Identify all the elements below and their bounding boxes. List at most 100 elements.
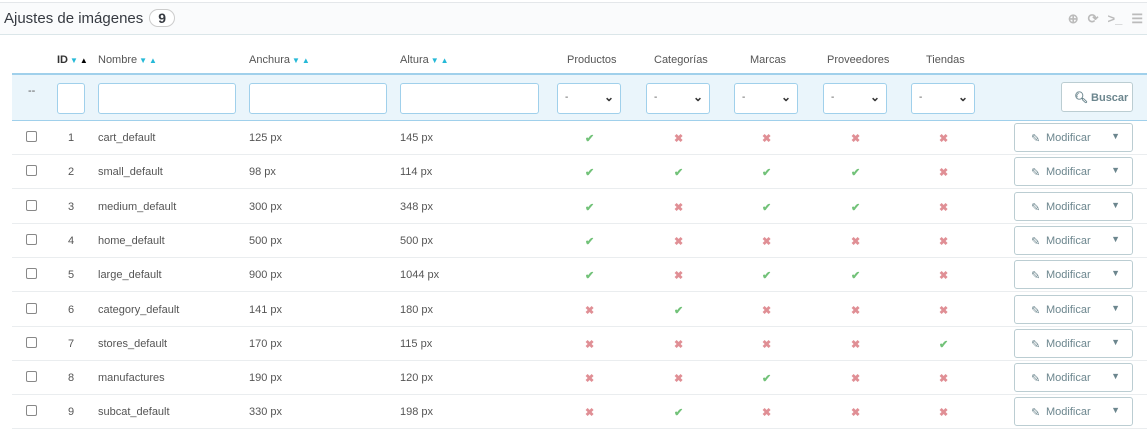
cell-width: 300 px: [249, 200, 283, 213]
check-icon: ✔: [674, 167, 684, 180]
cross-icon: ✖: [762, 235, 772, 248]
sort-desc-icon[interactable]: ▼: [139, 56, 147, 65]
check-icon: ✔: [762, 270, 772, 283]
cross-icon: ✖: [851, 338, 861, 351]
edit-button[interactable]: ✎ Modificar ▼: [1014, 397, 1133, 427]
row-checkbox[interactable]: [26, 405, 37, 417]
row-checkbox[interactable]: [26, 199, 37, 211]
caret-down-icon[interactable]: ▼: [1111, 268, 1120, 278]
cell-width: 330 px: [249, 406, 283, 419]
database-icon[interactable]: ☰: [1131, 11, 1143, 27]
cross-icon: ✖: [939, 407, 949, 420]
cell-id: 1: [68, 132, 75, 144]
sort-desc-icon[interactable]: ▼: [70, 56, 78, 65]
cell-name: manufactures: [98, 372, 165, 385]
caret-down-icon[interactable]: ▼: [1111, 371, 1120, 381]
sort-asc-icon[interactable]: ▲: [149, 56, 157, 65]
chevron-down-icon: ⌄: [603, 90, 614, 104]
row-checkbox[interactable]: [26, 371, 37, 383]
cell-name: small_default: [98, 166, 163, 179]
refresh-icon[interactable]: ⟳: [1088, 11, 1099, 27]
cell-height: 115 px: [400, 337, 433, 350]
edit-button[interactable]: ✎ Modificar ▼: [1014, 260, 1133, 290]
check-icon: ✔: [585, 270, 595, 283]
sort-asc-icon[interactable]: ▲: [441, 56, 449, 65]
cross-icon: ✖: [851, 304, 861, 317]
add-icon[interactable]: ⊕: [1068, 11, 1079, 27]
filter-suppliers-select[interactable]: - ⌄: [823, 83, 887, 114]
caret-down-icon[interactable]: ▼: [1111, 405, 1120, 415]
cell-width: 190 px: [249, 372, 283, 385]
edit-button[interactable]: ✎ Modificar ▼: [1014, 363, 1133, 393]
cell-id: 7: [68, 337, 75, 350]
row-checkbox[interactable]: [26, 336, 37, 348]
filter-id-input[interactable]: [57, 83, 85, 114]
edit-button[interactable]: ✎ Modificar ▼: [1014, 157, 1133, 187]
cross-icon: ✖: [585, 304, 595, 317]
chevron-down-icon: ⌄: [692, 90, 703, 104]
pencil-icon: ✎: [1031, 235, 1041, 248]
pencil-icon: ✎: [1031, 133, 1041, 145]
col-brands: Marcas: [750, 54, 787, 66]
cross-icon: ✖: [939, 373, 949, 386]
edit-button[interactable]: ✎ Modificar ▼: [1014, 328, 1133, 358]
table-row: 4 home_default 500 px 500 px ✔ ✖ ✖ ✖ ✖ ✎ Modi…: [12, 224, 1147, 258]
pencil-icon: ✎: [1031, 270, 1041, 283]
edit-button[interactable]: ✎ Modificar ▼: [1014, 294, 1133, 324]
cell-id: 5: [68, 269, 75, 282]
cell-width: 900 px: [249, 269, 283, 282]
cross-icon: ✖: [585, 373, 595, 386]
row-checkbox[interactable]: [26, 233, 37, 245]
cell-id: 9: [68, 406, 75, 419]
row-checkbox[interactable]: [26, 165, 37, 177]
check-icon: ✔: [585, 235, 595, 248]
row-checkbox[interactable]: [26, 131, 37, 142]
filter-stores-select[interactable]: - ⌄: [911, 83, 975, 114]
cross-icon: ✖: [939, 304, 949, 317]
pencil-icon: ✎: [1031, 304, 1041, 317]
pencil-icon: ✎: [1031, 373, 1041, 386]
caret-down-icon[interactable]: ▼: [1111, 303, 1120, 313]
cross-icon: ✖: [674, 133, 684, 145]
sort-asc-icon[interactable]: ▲: [302, 56, 310, 65]
filter-brands-select[interactable]: - ⌄: [734, 83, 798, 114]
col-stores: Tiendas: [926, 54, 965, 66]
row-checkbox[interactable]: [26, 302, 37, 314]
cross-icon: ✖: [674, 201, 684, 214]
caret-down-icon[interactable]: ▼: [1111, 234, 1120, 244]
cross-icon: ✖: [674, 338, 684, 351]
terminal-icon[interactable]: >_: [1108, 11, 1123, 27]
row-checkbox[interactable]: [26, 268, 37, 280]
check-icon: ✔: [851, 270, 861, 283]
pencil-icon: ✎: [1031, 338, 1041, 351]
filter-categories-select[interactable]: - ⌄: [646, 83, 710, 114]
cell-height: 348 px: [400, 200, 434, 213]
check-icon: ✔: [851, 201, 861, 214]
filter-name-input[interactable]: [98, 83, 236, 114]
edit-button[interactable]: ✎ Modificar ▼: [1014, 191, 1133, 221]
caret-down-icon[interactable]: ▼: [1111, 165, 1120, 175]
sort-desc-icon[interactable]: ▼: [292, 56, 300, 65]
col-height: Altura ▼ ▲: [400, 54, 449, 66]
cell-name: large_default: [98, 269, 162, 282]
cross-icon: ✖: [674, 373, 684, 386]
filter-height-input[interactable]: [400, 83, 539, 114]
filter-products-select[interactable]: - ⌄: [557, 83, 621, 114]
sort-asc-icon[interactable]: ▲: [80, 56, 88, 65]
filter-width-input[interactable]: [249, 83, 387, 114]
caret-down-icon[interactable]: ▼: [1111, 200, 1120, 210]
sort-desc-icon[interactable]: ▼: [431, 56, 439, 65]
check-icon: ✔: [762, 167, 772, 180]
count-badge: 9: [149, 9, 176, 27]
search-button[interactable]: 🔍︎ Buscar: [1061, 82, 1133, 112]
edit-button[interactable]: ✎ Modificar ▼: [1014, 123, 1133, 152]
cross-icon: ✖: [851, 235, 861, 248]
cell-height: 114 px: [400, 166, 433, 179]
cell-height: 180 px: [400, 303, 434, 316]
cell-name: cart_default: [98, 132, 156, 144]
caret-down-icon[interactable]: ▼: [1111, 337, 1120, 347]
table-row: 2 small_default 98 px 114 px ✔ ✔ ✔ ✔ ✖ ✎ Modi…: [12, 155, 1147, 190]
cross-icon: ✖: [762, 338, 772, 351]
caret-down-icon[interactable]: ▼: [1111, 131, 1120, 141]
edit-button[interactable]: ✎ Modificar ▼: [1014, 225, 1133, 255]
